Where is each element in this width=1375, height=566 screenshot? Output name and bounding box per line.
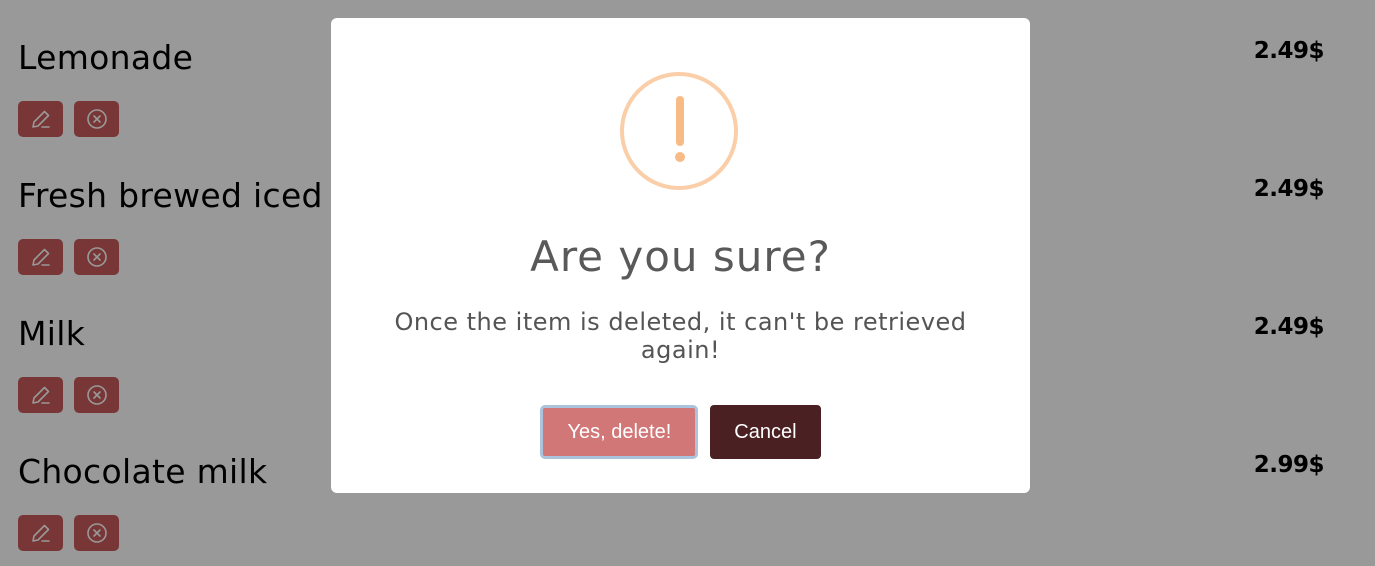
confirm-delete-button[interactable]: Yes, delete! [540,405,699,459]
warning-icon-bar [676,96,684,146]
warning-icon-dot [675,152,685,162]
dialog-text: Once the item is deleted, it can't be re… [394,308,967,364]
dialog-actions: Yes, delete! Cancel [331,405,1030,459]
warning-exclamation-icon [620,72,738,190]
confirm-dialog: Are you sure? Once the item is deleted, … [331,18,1030,493]
dialog-title: Are you sure? [530,232,831,281]
cancel-button[interactable]: Cancel [710,405,821,459]
